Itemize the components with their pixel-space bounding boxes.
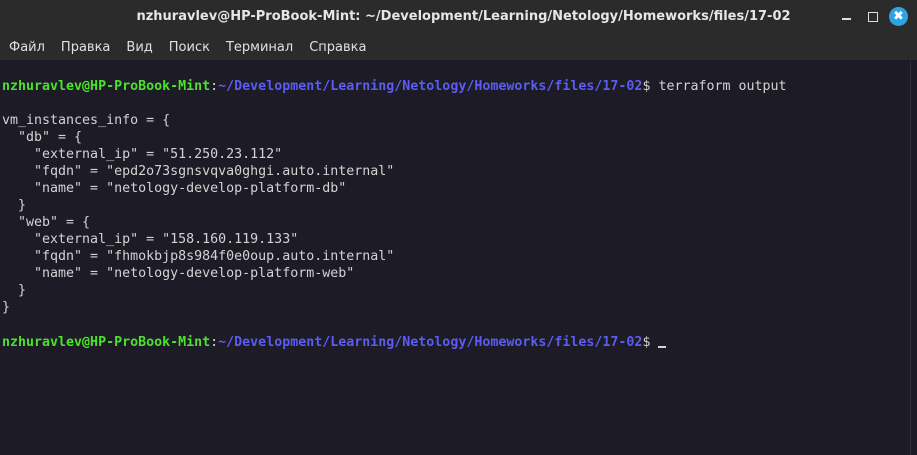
- menu-edit[interactable]: Правка: [61, 40, 110, 55]
- output-line: vm_instances_info = {: [2, 113, 171, 128]
- output-line: "name" = "netology-develop-platform-db": [2, 181, 347, 196]
- menu-terminal[interactable]: Терминал: [226, 40, 293, 55]
- window-title: nzhuravlev@HP-ProBook-Mint: ~/Developmen…: [136, 9, 791, 24]
- menu-file[interactable]: Файл: [9, 40, 45, 55]
- output-line: "web" = {: [2, 215, 91, 230]
- prompt-path: ~/Development/Learning/Netology/Homework…: [218, 79, 643, 94]
- minimize-icon[interactable]: [838, 8, 856, 26]
- close-icon[interactable]: ✖: [889, 7, 908, 26]
- output-line: "db" = {: [2, 130, 83, 145]
- prompt-colon: :: [210, 79, 219, 94]
- maximize-icon[interactable]: [864, 8, 882, 26]
- prompt-line: nzhuravlev@HP-ProBook-Mint:~/Development…: [2, 78, 911, 95]
- scrollbar[interactable]: [910, 60, 917, 455]
- prompt-line: nzhuravlev@HP-ProBook-Mint:~/Development…: [2, 333, 911, 350]
- prompt-path: ~/Development/Learning/Netology/Homework…: [218, 335, 643, 350]
- prompt-user-host: nzhuravlev@HP-ProBook-Mint: [2, 335, 211, 350]
- terminal-area[interactable]: nzhuravlev@HP-ProBook-Mint:~/Development…: [0, 60, 911, 455]
- output-line: "external_ip" = "158.160.119.133": [2, 232, 299, 247]
- title-bar: nzhuravlev@HP-ProBook-Mint: ~/Developmen…: [0, 0, 917, 34]
- output-line: "fqdn" = "epd2o73sgnsvqva0ghgi.auto.inte…: [2, 164, 395, 179]
- output-line: "fqdn" = "fhmokbjp8s984f0e0oup.auto.inte…: [2, 249, 395, 264]
- prompt-dollar: $: [642, 79, 659, 94]
- prompt-dollar: $: [642, 335, 659, 350]
- output-line: }: [2, 198, 27, 213]
- menu-view[interactable]: Вид: [126, 40, 152, 55]
- menu-search[interactable]: Поиск: [169, 40, 210, 55]
- text-cursor: [658, 333, 667, 348]
- menu-help[interactable]: Справка: [309, 40, 366, 55]
- prompt-user-host: nzhuravlev@HP-ProBook-Mint: [2, 79, 211, 94]
- output-line: }: [2, 300, 11, 315]
- output-line: "name" = "netology-develop-platform-web": [2, 266, 355, 281]
- output-line: "external_ip" = "51.250.23.112": [2, 147, 283, 162]
- output-line: }: [2, 283, 27, 298]
- command: terraform output: [658, 79, 787, 94]
- menu-bar: Файл Правка Вид Поиск Терминал Справка: [0, 34, 917, 60]
- prompt-colon: :: [210, 335, 219, 350]
